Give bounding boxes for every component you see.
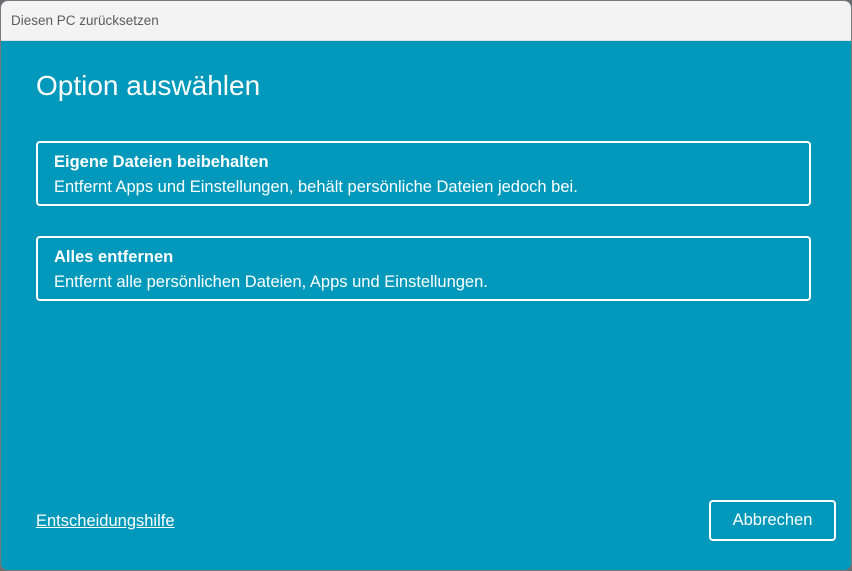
page-title: Option auswählen [36, 70, 261, 101]
help-link[interactable]: Entscheidungshilfe [36, 512, 175, 531]
option-description: Entfernt alle persönlichen Dateien, Apps… [54, 273, 488, 291]
option-remove-everything[interactable]: Alles entfernen Entfernt alle persönlich… [36, 236, 811, 301]
dialog-content: Option auswählen Eigene Dateien beibehal… [1, 41, 851, 570]
option-title: Eigene Dateien beibehalten [54, 153, 269, 171]
window-title: Diesen PC zurücksetzen [11, 13, 159, 28]
option-keep-my-files[interactable]: Eigene Dateien beibehalten Entfernt Apps… [36, 141, 811, 206]
reset-pc-dialog: Diesen PC zurücksetzen Option auswählen … [0, 0, 852, 571]
option-description: Entfernt Apps und Einstellungen, behält … [54, 178, 578, 196]
title-bar[interactable]: Diesen PC zurücksetzen [1, 1, 851, 41]
cancel-button[interactable]: Abbrechen [709, 500, 836, 541]
option-title: Alles entfernen [54, 248, 174, 266]
